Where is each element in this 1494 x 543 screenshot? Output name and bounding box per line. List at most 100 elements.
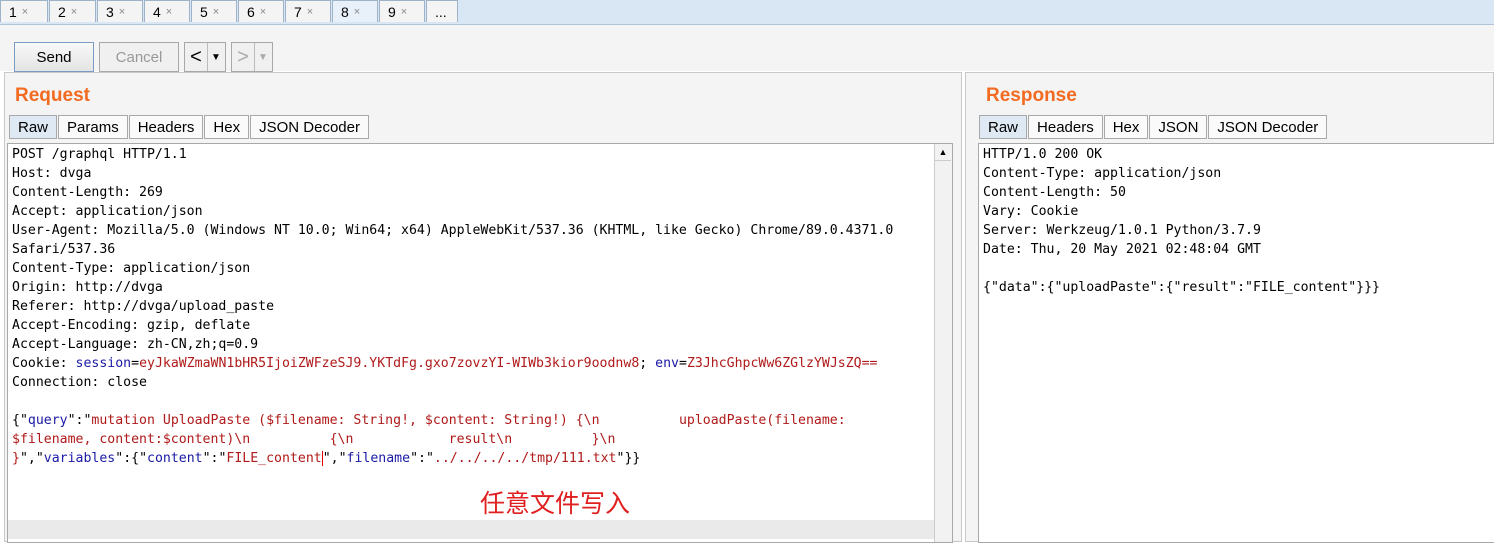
json-key: variables bbox=[43, 451, 116, 466]
request-line: Accept: application/json bbox=[12, 204, 203, 219]
request-line: Accept-Encoding: gzip, deflate bbox=[12, 318, 251, 333]
punct: ":" bbox=[410, 451, 434, 466]
punct: "," bbox=[322, 451, 347, 466]
tab-params[interactable]: Params bbox=[58, 115, 128, 139]
tab-7[interactable]: 7 × bbox=[285, 0, 331, 22]
request-line: Content-Length: 269 bbox=[12, 185, 163, 200]
tab-headers[interactable]: Headers bbox=[128, 115, 204, 139]
cookie-eq: = bbox=[131, 356, 140, 371]
close-icon[interactable]: × bbox=[213, 6, 219, 18]
cookie-value: Z3JhcGhpcWw6ZGlzYWJsZQ== bbox=[686, 356, 878, 371]
cookie-value: eyJkaWZmaWN1bHR5IjoiZWFzeSJ9.YKTdFg.gxo7… bbox=[139, 356, 640, 371]
request-line: Content-Type: application/json bbox=[12, 261, 251, 276]
tab-9[interactable]: 9 × bbox=[379, 0, 425, 22]
tab-2[interactable]: 2 × bbox=[49, 0, 96, 22]
close-icon[interactable]: × bbox=[307, 6, 313, 18]
request-line: POST /graphql HTTP/1.1 bbox=[12, 147, 187, 162]
request-tabs: Raw Params Headers Hex JSON Decoder bbox=[9, 115, 370, 139]
json-key: query bbox=[27, 413, 68, 428]
tab-3[interactable]: 3 × bbox=[97, 0, 143, 22]
response-pane: Response Raw Headers Hex JSON JSON Decod… bbox=[965, 72, 1494, 543]
toolbar: Send Cancel < ▼ > ▼ bbox=[0, 25, 1494, 72]
tab-more[interactable]: ... bbox=[426, 0, 458, 22]
punct: ":{" bbox=[115, 451, 148, 466]
tab-label: 9 bbox=[388, 3, 396, 20]
back-button[interactable]: < ▼ bbox=[184, 42, 226, 72]
response-tabs: Raw Headers Hex JSON JSON Decoder bbox=[979, 115, 1328, 139]
json-value: mutation UploadPaste ($filename: String!… bbox=[91, 413, 846, 428]
close-icon[interactable]: × bbox=[71, 6, 77, 18]
tab-hex[interactable]: Hex bbox=[1103, 115, 1149, 139]
response-line: Vary: Cookie bbox=[983, 204, 1079, 219]
json-value: } bbox=[12, 451, 20, 466]
close-icon[interactable]: × bbox=[119, 6, 125, 18]
json-value: $filename, content:$content)\n {\n resul… bbox=[12, 432, 616, 447]
tab-label: 4 bbox=[153, 3, 161, 20]
punct: ":" bbox=[202, 451, 227, 466]
tab-json-decoder[interactable]: JSON Decoder bbox=[250, 115, 369, 139]
chevron-down-icon[interactable]: ▼ bbox=[254, 43, 271, 71]
response-line: Content-Type: application/json bbox=[983, 166, 1222, 181]
response-line: Server: Werkzeug/1.0.1 Python/3.7.9 bbox=[983, 223, 1261, 238]
cookie-key: session bbox=[75, 356, 132, 371]
close-icon[interactable]: × bbox=[401, 6, 407, 18]
body-line-1: {"query":"mutation UploadPaste ($filenam… bbox=[12, 411, 846, 430]
cookie-key: env bbox=[655, 356, 679, 371]
tab-label: 2 bbox=[58, 3, 66, 20]
send-button[interactable]: Send bbox=[14, 42, 94, 72]
tab-6[interactable]: 6 × bbox=[238, 0, 284, 22]
request-line: Accept-Language: zh-CN,zh;q=0.9 bbox=[12, 337, 259, 352]
cookie-prefix: Cookie: bbox=[12, 356, 76, 371]
tab-json-decoder[interactable]: JSON Decoder bbox=[1208, 115, 1328, 139]
chevron-left-icon: < bbox=[190, 46, 202, 68]
tab-label: ... bbox=[435, 3, 447, 20]
body-line-2: $filename, content:$content)\n {\n resul… bbox=[12, 430, 615, 449]
tab-raw[interactable]: Raw bbox=[979, 115, 1028, 139]
request-line: Safari/537.36 bbox=[12, 242, 116, 257]
close-icon[interactable]: × bbox=[354, 6, 360, 18]
tab-label: 3 bbox=[106, 3, 114, 20]
tab-headers[interactable]: Headers bbox=[1028, 115, 1103, 139]
response-title: Response bbox=[986, 85, 1077, 106]
tab-4[interactable]: 4 × bbox=[144, 0, 190, 22]
response-editor[interactable]: HTTP/1.0 200 OK Content-Type: applicatio… bbox=[978, 143, 1494, 543]
close-icon[interactable]: × bbox=[22, 6, 28, 18]
forward-button[interactable]: > ▼ bbox=[231, 42, 273, 72]
tab-8[interactable]: 8 × bbox=[332, 0, 378, 22]
current-line-highlight bbox=[8, 520, 934, 539]
cookie-eq: = bbox=[678, 356, 687, 371]
request-line: Host: dvga bbox=[12, 166, 92, 181]
json-key: content bbox=[147, 451, 203, 466]
cancel-button[interactable]: Cancel bbox=[99, 42, 179, 72]
punct: "," bbox=[19, 451, 44, 466]
tab-hex[interactable]: Hex bbox=[204, 115, 250, 139]
tab-raw[interactable]: Raw bbox=[9, 115, 58, 139]
request-line: Referer: http://dvga/upload_paste bbox=[12, 299, 275, 314]
request-line: Origin: http://dvga bbox=[12, 280, 163, 295]
chevron-down-icon[interactable]: ▼ bbox=[207, 43, 224, 71]
tab-1[interactable]: 1 × bbox=[0, 0, 48, 22]
json-value: ../../../../tmp/111.txt bbox=[433, 451, 617, 466]
close-icon[interactable]: × bbox=[166, 6, 172, 18]
tab-label: 5 bbox=[200, 3, 208, 20]
tab-5[interactable]: 5 × bbox=[191, 0, 237, 22]
json-value: FILE_content bbox=[226, 451, 322, 466]
tab-label: 8 bbox=[341, 3, 349, 20]
tab-label: 1 bbox=[9, 3, 17, 20]
close-icon[interactable]: × bbox=[260, 6, 266, 18]
request-editor[interactable]: POST /graphql HTTP/1.1 Host: dvga Conten… bbox=[7, 143, 953, 543]
scroll-up-icon[interactable]: ▲ bbox=[935, 144, 951, 161]
cookie-sep: ; bbox=[639, 356, 656, 371]
request-pane: Request Raw Params Headers Hex JSON Deco… bbox=[4, 72, 962, 543]
tab-bar: 1 × 2 × 3 × 4 × 5 × 6 × 7 × 8 × 9 × ... bbox=[0, 0, 1494, 25]
json-key: filename bbox=[346, 451, 411, 466]
request-scrollbar[interactable]: ▲ bbox=[934, 144, 952, 542]
punct: {" bbox=[12, 413, 28, 428]
tab-label: 6 bbox=[247, 3, 255, 20]
punct: ":" bbox=[67, 413, 92, 428]
annotation-text: 任意文件写入 bbox=[480, 489, 631, 518]
response-line: HTTP/1.0 200 OK bbox=[983, 147, 1103, 162]
tab-label: 7 bbox=[294, 3, 302, 20]
chevron-right-icon: > bbox=[237, 46, 249, 68]
tab-json[interactable]: JSON bbox=[1149, 115, 1208, 139]
